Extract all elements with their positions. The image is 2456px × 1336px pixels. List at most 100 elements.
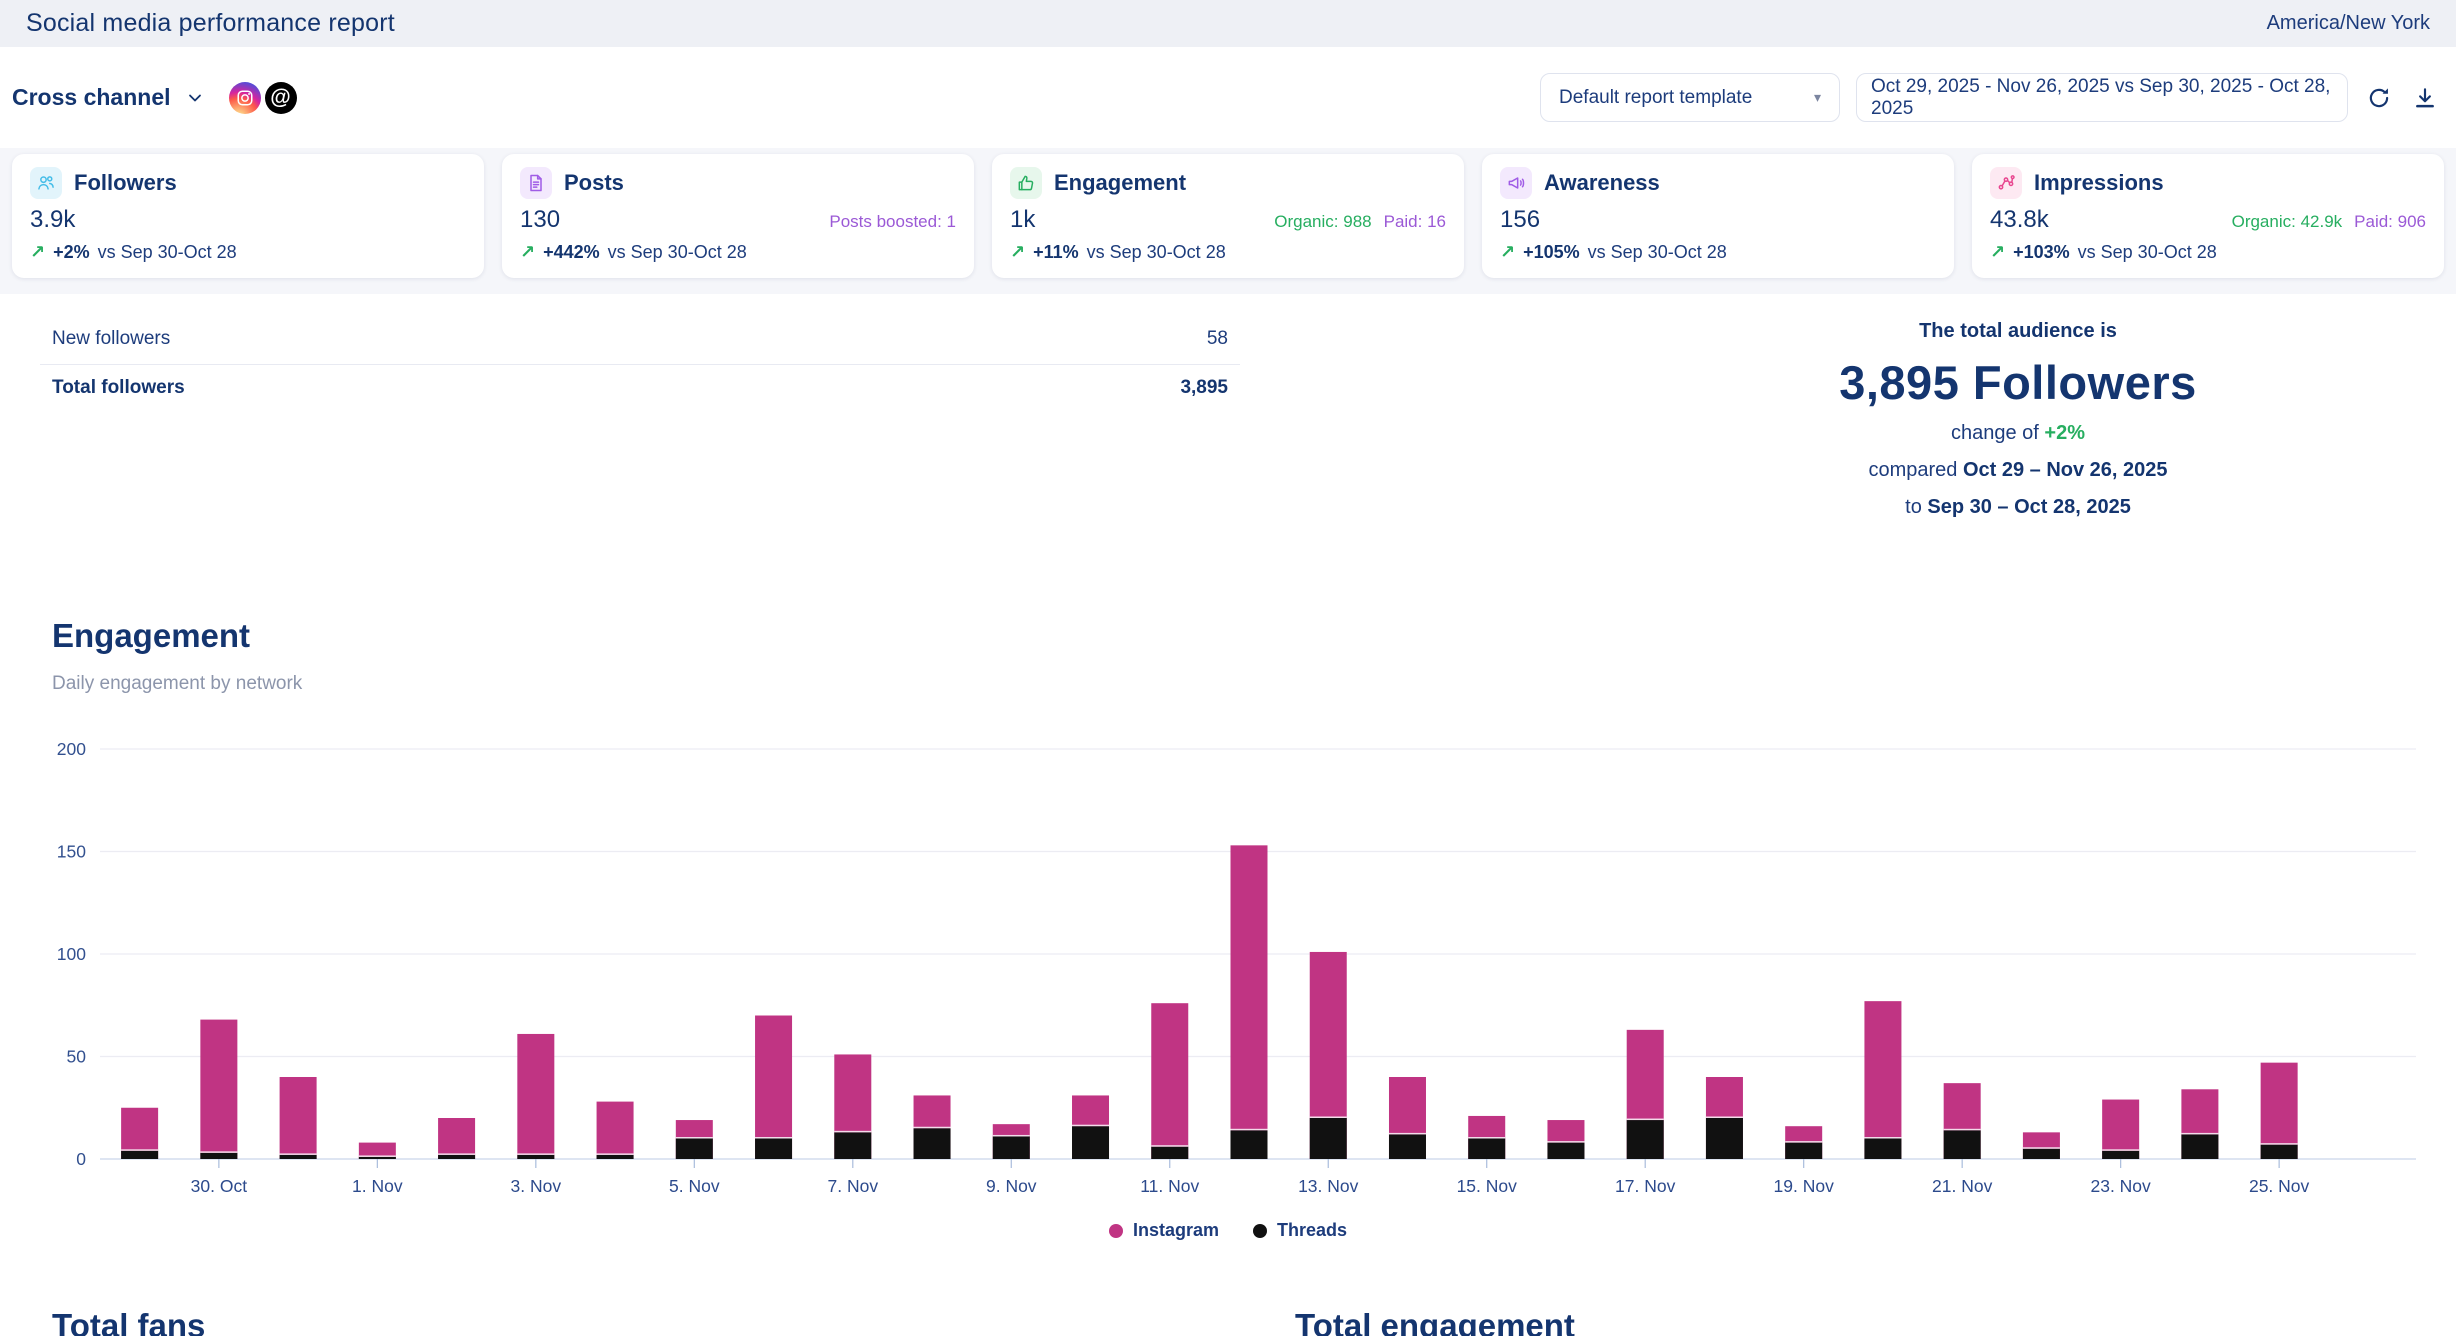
instagram-icon[interactable] bbox=[229, 82, 261, 114]
svg-text:30. Oct: 30. Oct bbox=[191, 1176, 248, 1196]
svg-text:7. Nov: 7. Nov bbox=[828, 1176, 879, 1196]
engagement-chart: 0 50 100 150 200 30. Oct 1. Nov 3. Nov 5. Nov 7. … bbox=[38, 725, 2418, 1201]
trend-up-icon: ↗ bbox=[1010, 242, 1025, 263]
paid-label: Paid: 906 bbox=[2354, 212, 2426, 232]
svg-text:17. Nov: 17. Nov bbox=[1615, 1176, 1676, 1196]
channel-selector[interactable]: Cross channel @ bbox=[12, 82, 297, 114]
kpi-card-engagement: Engagement 1k Organic: 988 Paid: 16 ↗ +1… bbox=[992, 154, 1464, 278]
svg-text:11. Nov: 11. Nov bbox=[1140, 1176, 1199, 1196]
summary-row: New followers 58 Total followers 3,895 T… bbox=[0, 316, 2456, 521]
kpi-delta: ↗ +105% vs Sep 30-Oct 28 bbox=[1500, 242, 1936, 263]
svg-text:9. Nov: 9. Nov bbox=[986, 1176, 1037, 1196]
date-range-picker[interactable]: Oct 29, 2025 - Nov 26, 2025 vs Sep 30, 2… bbox=[1856, 73, 2348, 122]
svg-text:100: 100 bbox=[57, 944, 86, 964]
organic-label: Organic: 42.9k bbox=[2232, 212, 2343, 232]
kpi-card-followers: Followers 3.9k ↗ +2% vs Sep 30-Oct 28 bbox=[12, 154, 484, 278]
svg-text:21. Nov: 21. Nov bbox=[1932, 1176, 1993, 1196]
svg-text:200: 200 bbox=[57, 739, 86, 759]
kpi-title: Posts bbox=[564, 170, 624, 196]
kpi-card-posts: Posts 130 Posts boosted: 1 ↗ +442% vs Se… bbox=[502, 154, 974, 278]
followers-table: New followers 58 Total followers 3,895 bbox=[0, 316, 1240, 521]
trend-up-icon: ↗ bbox=[1990, 242, 2005, 263]
toolbar: Cross channel @ Default report template … bbox=[0, 47, 2456, 148]
svg-text:1. Nov: 1. Nov bbox=[352, 1176, 403, 1196]
impressions-icon bbox=[1990, 167, 2022, 199]
engagement-title: Engagement bbox=[52, 617, 2456, 655]
top-strip: Social media performance report America/… bbox=[0, 0, 2456, 47]
svg-text:25. Nov: 25. Nov bbox=[2249, 1176, 2310, 1196]
kpi-card-impressions: Impressions 43.8k Organic: 42.9k Paid: 9… bbox=[1972, 154, 2444, 278]
total-engagement-title: Total engagement bbox=[1295, 1307, 2456, 1336]
kpi-title: Followers bbox=[74, 170, 177, 196]
awareness-icon bbox=[1500, 167, 1532, 199]
kpi-card-row: Followers 3.9k ↗ +2% vs Sep 30-Oct 28 Po… bbox=[0, 148, 2456, 294]
kpi-title: Engagement bbox=[1054, 170, 1186, 196]
trend-up-icon: ↗ bbox=[30, 242, 45, 263]
svg-text:15. Nov: 15. Nov bbox=[1457, 1176, 1518, 1196]
engagement-subtitle: Daily engagement by network bbox=[52, 673, 2456, 695]
svg-text:13. Nov: 13. Nov bbox=[1298, 1176, 1359, 1196]
total-engagement-section: Total engagement Total engagement across… bbox=[1295, 1307, 2456, 1336]
kpi-title: Impressions bbox=[2034, 170, 2164, 196]
date-range-value: Oct 29, 2025 - Nov 26, 2025 vs Sep 30, 2… bbox=[1871, 76, 2333, 120]
report-template-select[interactable]: Default report template ▾ bbox=[1540, 73, 1840, 122]
channel-selector-label: Cross channel bbox=[12, 84, 171, 111]
kpi-card-awareness: Awareness 156 ↗ +105% vs Sep 30-Oct 28 bbox=[1482, 154, 1954, 278]
audience-intro: The total audience is bbox=[1628, 320, 2408, 343]
followers-icon bbox=[30, 167, 62, 199]
svg-text:23. Nov: 23. Nov bbox=[2090, 1176, 2151, 1196]
kpi-value: 3.9k bbox=[30, 206, 75, 234]
threads-icon[interactable]: @ bbox=[265, 82, 297, 114]
toolbar-right: Default report template ▾ Oct 29, 2025 -… bbox=[1540, 73, 2440, 122]
audience-compare-line: compared Oct 29 – Nov 26, 2025 bbox=[1628, 456, 2408, 484]
trend-up-icon: ↗ bbox=[1500, 242, 1515, 263]
instagram-legend-dot bbox=[1109, 1224, 1123, 1238]
audience-headline: 3,895 Followers bbox=[1628, 355, 2408, 410]
chevron-down-icon[interactable] bbox=[185, 88, 205, 108]
svg-text:0: 0 bbox=[76, 1149, 86, 1169]
network-icons: @ bbox=[229, 82, 297, 114]
caret-down-icon: ▾ bbox=[1814, 89, 1821, 106]
engagement-section-header: Engagement Daily engagement by network bbox=[52, 617, 2456, 695]
engagement-chart-wrap: 0 50 100 150 200 30. Oct 1. Nov 3. Nov 5. Nov 7. … bbox=[38, 725, 2418, 1241]
report-template-value: Default report template bbox=[1559, 87, 1752, 109]
kpi-delta: ↗ +103% vs Sep 30-Oct 28 bbox=[1990, 242, 2426, 263]
audience-change-value: +2% bbox=[2044, 422, 2085, 444]
threads-legend-dot bbox=[1253, 1224, 1267, 1238]
kpi-title: Awareness bbox=[1544, 170, 1660, 196]
download-button[interactable] bbox=[2410, 83, 2440, 113]
legend-item-instagram[interactable]: Instagram bbox=[1109, 1220, 1219, 1241]
kpi-delta: ↗ +2% vs Sep 30-Oct 28 bbox=[30, 242, 466, 263]
timezone-label: America/New York bbox=[2267, 12, 2430, 35]
table-row-new-followers: New followers 58 bbox=[40, 316, 1240, 364]
audience-summary: The total audience is 3,895 Followers ch… bbox=[1628, 316, 2408, 521]
svg-text:150: 150 bbox=[57, 842, 86, 862]
total-fans-section: Total fans Total fans across networks bbox=[52, 1307, 1295, 1336]
svg-text:19. Nov: 19. Nov bbox=[1774, 1176, 1835, 1196]
kpi-value: 156 bbox=[1500, 206, 1540, 234]
kpi-value: 130 bbox=[520, 206, 560, 234]
page-title: Social media performance report bbox=[26, 9, 395, 38]
kpi-value: 1k bbox=[1010, 206, 1035, 234]
kpi-delta: ↗ +11% vs Sep 30-Oct 28 bbox=[1010, 242, 1446, 263]
refresh-icon bbox=[2366, 85, 2392, 111]
chart-legend: Instagram Threads bbox=[38, 1220, 2418, 1241]
legend-item-threads[interactable]: Threads bbox=[1253, 1220, 1347, 1241]
footer-sections: Total fans Total fans across networks To… bbox=[0, 1307, 2456, 1336]
organic-label: Organic: 988 bbox=[1274, 212, 1371, 232]
audience-change-line: change of +2% bbox=[1628, 419, 2408, 447]
engagement-icon bbox=[1010, 167, 1042, 199]
table-row-total-followers: Total followers 3,895 bbox=[40, 365, 1240, 413]
svg-text:50: 50 bbox=[67, 1047, 87, 1067]
kpi-value: 43.8k bbox=[1990, 206, 2049, 234]
paid-label: Paid: 16 bbox=[1384, 212, 1446, 232]
posts-boosted-label: Posts boosted: 1 bbox=[829, 212, 956, 232]
posts-icon bbox=[520, 167, 552, 199]
svg-text:3. Nov: 3. Nov bbox=[511, 1176, 562, 1196]
refresh-button[interactable] bbox=[2364, 83, 2394, 113]
total-fans-title: Total fans bbox=[52, 1307, 1295, 1336]
svg-text:5. Nov: 5. Nov bbox=[669, 1176, 720, 1196]
download-icon bbox=[2412, 85, 2438, 111]
audience-base-line: to Sep 30 – Oct 28, 2025 bbox=[1628, 493, 2408, 521]
trend-up-icon: ↗ bbox=[520, 242, 535, 263]
